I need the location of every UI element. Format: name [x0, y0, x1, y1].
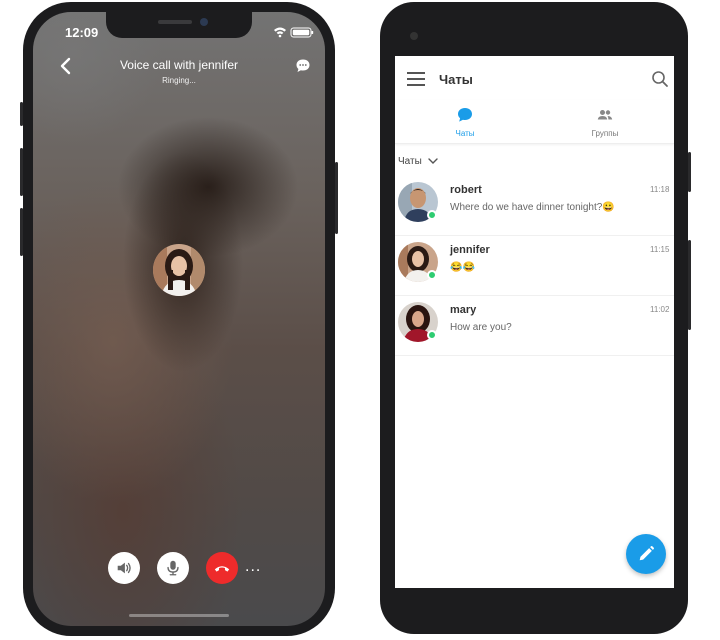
voice-call-screen: 12:09 Voice call with jennifer Ringing..… — [33, 12, 325, 626]
chat-name: jennifer — [450, 244, 490, 256]
search-icon[interactable] — [651, 70, 669, 88]
tab-label: Группы — [591, 129, 619, 138]
chat-preview: Where do we have dinner tonight?😀 — [450, 202, 615, 213]
page-title: Чаты — [439, 72, 473, 87]
chat-item-mary[interactable]: mary 11:02 How are you? — [395, 296, 674, 356]
pencil-icon — [639, 545, 655, 561]
menu-icon[interactable] — [407, 72, 425, 86]
filter-label: Чаты — [398, 156, 422, 167]
tab-bar: Чаты Группы — [395, 100, 674, 144]
android-power-button — [688, 152, 691, 192]
chat-list: robert 11:18 Where do we have dinner ton… — [395, 176, 674, 356]
android-volume-button — [688, 240, 691, 330]
iphone-volume-up — [20, 148, 23, 196]
chat-bubble-icon — [458, 108, 472, 122]
call-title: Voice call with jennifer — [119, 58, 239, 72]
end-call-icon — [214, 566, 230, 572]
compose-button[interactable] — [626, 534, 666, 574]
app-bar: Чаты — [395, 56, 674, 100]
iphone-power-button — [335, 162, 338, 234]
chat-preview: 😂😂 — [450, 262, 475, 273]
more-options-button[interactable]: ... — [245, 558, 261, 576]
chat-time: 11:15 — [650, 245, 670, 254]
call-status: Ringing... — [162, 76, 196, 85]
microphone-icon — [167, 560, 179, 576]
front-camera — [200, 18, 208, 26]
home-indicator — [129, 614, 229, 617]
online-indicator — [427, 270, 437, 280]
earpiece-speaker — [158, 20, 192, 24]
chat-name: mary — [450, 304, 477, 316]
tab-label: Чаты — [455, 129, 475, 138]
chat-item-jennifer[interactable]: jennifer 11:15 😂😂 — [395, 236, 674, 296]
online-indicator — [427, 330, 437, 340]
battery-icon — [290, 27, 314, 38]
chevron-down-icon — [427, 158, 438, 165]
speaker-icon — [117, 562, 131, 574]
caller-avatar — [153, 244, 205, 296]
iphone-side-button — [20, 102, 23, 126]
tab-groups[interactable]: Группы — [535, 100, 674, 144]
chats-screen: Чаты Чаты Группы Чаты robert 11:18 Where… — [395, 56, 674, 588]
online-indicator — [427, 210, 437, 220]
chat-name: robert — [450, 184, 482, 196]
status-time: 12:09 — [65, 25, 99, 40]
tab-chats[interactable]: Чаты — [395, 100, 535, 144]
group-icon — [597, 110, 613, 120]
chat-bubble-icon[interactable] — [295, 58, 311, 74]
end-call-button[interactable] — [206, 552, 238, 584]
notch — [106, 12, 252, 38]
wifi-icon — [274, 27, 286, 38]
chat-item-robert[interactable]: robert 11:18 Where do we have dinner ton… — [395, 176, 674, 236]
iphone-device: 12:09 Voice call with jennifer Ringing..… — [20, 2, 338, 636]
call-controls: ... — [33, 552, 325, 588]
chat-time: 11:02 — [650, 305, 670, 314]
iphone-volume-down — [20, 208, 23, 256]
speaker-button[interactable] — [108, 552, 140, 584]
chat-filter-dropdown[interactable]: Чаты — [398, 156, 438, 167]
chat-time: 11:18 — [650, 185, 670, 194]
status-bar-icons — [274, 27, 314, 38]
front-camera — [410, 32, 418, 40]
chat-preview: How are you? — [450, 322, 512, 333]
android-device: Чаты Чаты Группы Чаты robert 11:18 Where… — [380, 2, 691, 634]
mute-button[interactable] — [157, 552, 189, 584]
